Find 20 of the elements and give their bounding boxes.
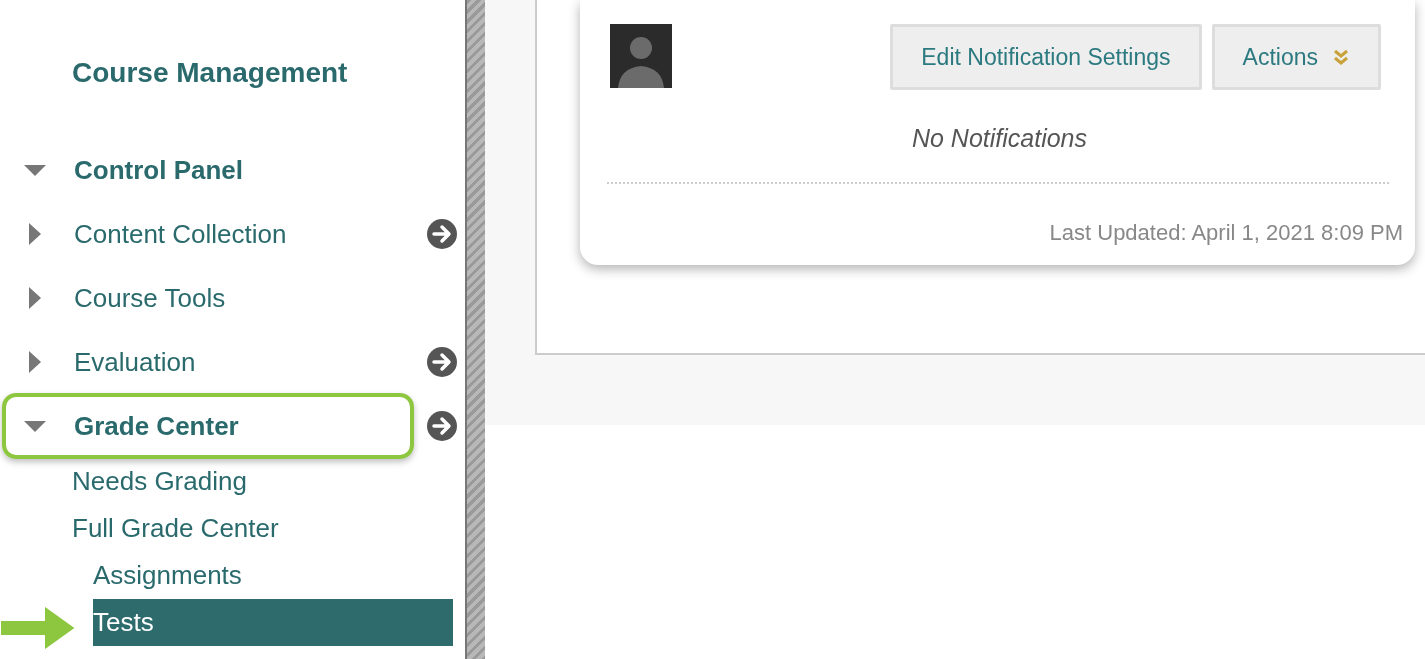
actions-button[interactable]: Actions (1211, 24, 1381, 90)
menu-item[interactable]: Tests (93, 599, 453, 646)
arrow-circle-icon[interactable] (426, 218, 458, 250)
menu-item[interactable]: Control Panel (74, 150, 243, 190)
sidebar-heading: Course Management (72, 56, 348, 90)
menu-item[interactable]: Course Tools (74, 278, 226, 318)
avatar-icon (610, 24, 672, 88)
splitter-bar[interactable] (465, 0, 485, 659)
empty-message: No Notifications (910, 123, 1089, 154)
menu-item[interactable]: Grade Center (74, 406, 239, 446)
menu-item[interactable]: Content Collection (74, 214, 287, 254)
settings-button[interactable]: Edit Notification Settings (890, 24, 1202, 90)
menu-item[interactable]: Needs Grading (72, 458, 247, 505)
chevron-down-icon (1332, 48, 1350, 66)
menu-item[interactable]: Evaluation (74, 342, 196, 382)
last-updated-text: Last Updated: April 1, 2021 8:09 PM (1048, 218, 1403, 247)
arrow-circle-icon[interactable] (426, 410, 458, 442)
arrow-circle-icon[interactable] (426, 346, 458, 378)
menu-item[interactable]: Assignments (93, 552, 242, 599)
menu-item[interactable]: Full Grade Center (72, 505, 279, 552)
